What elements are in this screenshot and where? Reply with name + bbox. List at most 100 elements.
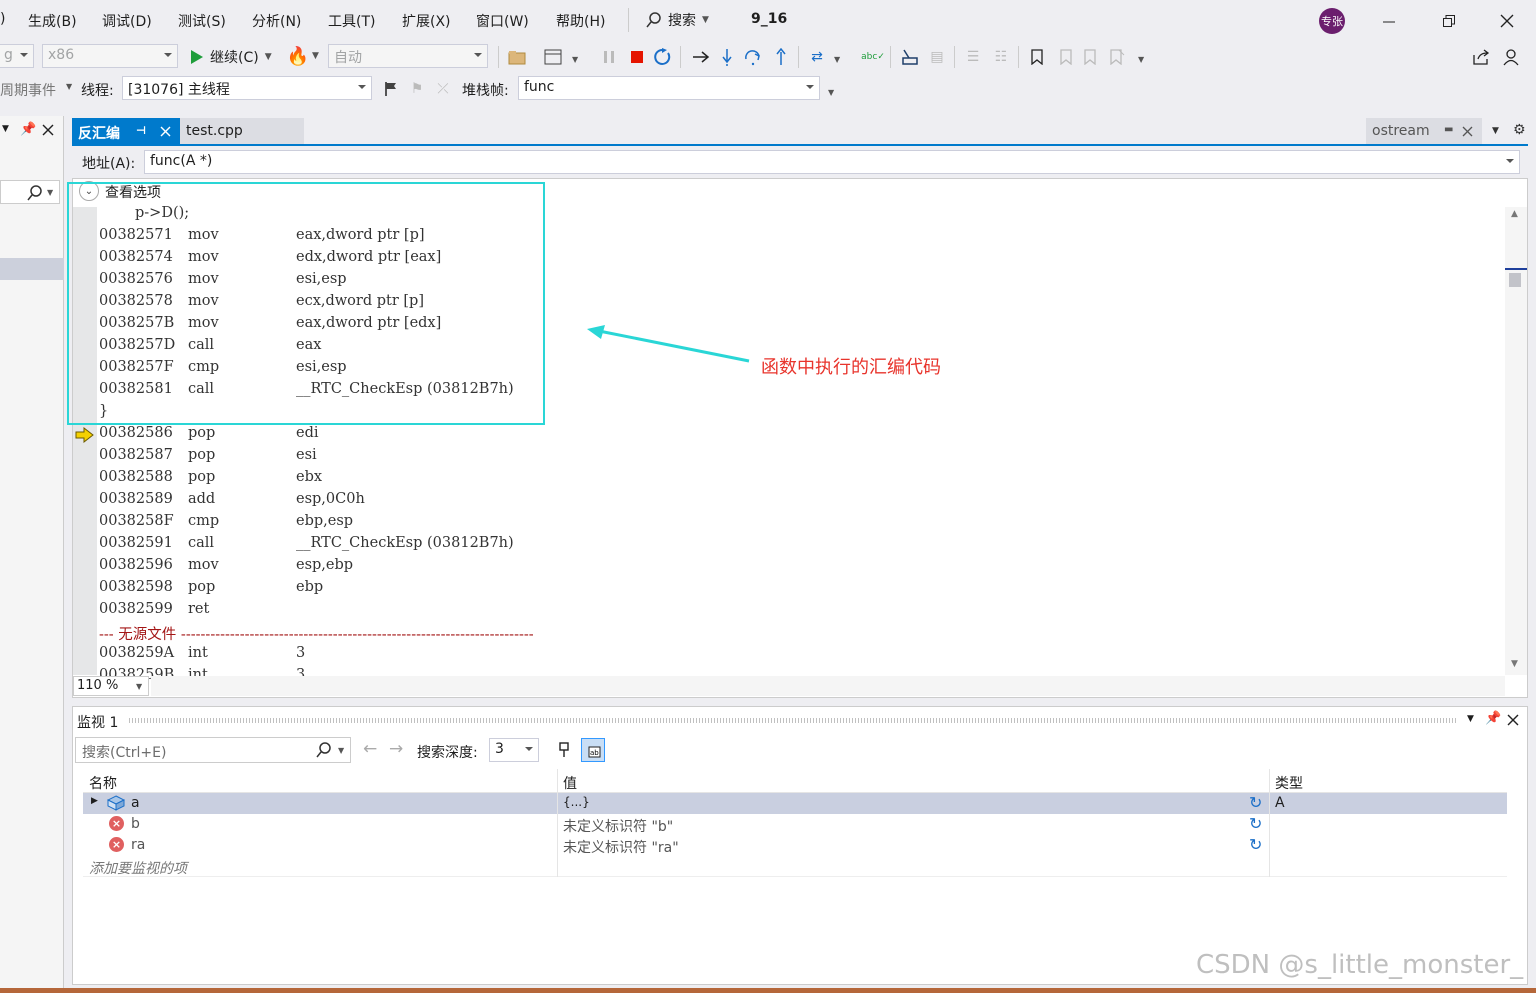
close-button[interactable] bbox=[1496, 10, 1518, 32]
comment-icon[interactable]: ▤ bbox=[926, 46, 948, 68]
chevron-down-icon: ▼ bbox=[1138, 55, 1145, 64]
bookmark-icon[interactable] bbox=[1026, 46, 1048, 68]
chevron-down-icon[interactable]: ▼ bbox=[2, 124, 9, 134]
search-depth-combo[interactable]: 3 bbox=[489, 738, 539, 762]
panel-selected-item[interactable] bbox=[0, 258, 64, 280]
disassembly-view: ⌄ 查看选项 p->D(); 00382571 mov eax,dword ptr … bbox=[67, 178, 1528, 698]
column-header-name[interactable]: 名称 bbox=[89, 773, 117, 793]
watch-value[interactable]: 未定义标识符 "ra" bbox=[563, 837, 679, 857]
stack-frame-combo[interactable]: func bbox=[518, 76, 820, 100]
refresh-icon[interactable]: ↻ bbox=[1249, 835, 1262, 854]
close-icon[interactable] bbox=[1462, 126, 1473, 137]
menu-help[interactable]: 帮助(H) bbox=[556, 11, 605, 31]
restore-button[interactable] bbox=[1438, 10, 1460, 32]
table-row[interactable]: ▶ a {...} ↻ A bbox=[83, 793, 1507, 814]
step-into-icon[interactable] bbox=[716, 46, 738, 68]
chevron-down-icon[interactable]: ▼ bbox=[1492, 126, 1499, 136]
live-share-icon[interactable] bbox=[1470, 46, 1492, 68]
column-header-type[interactable]: 类型 bbox=[1275, 773, 1303, 793]
stop-icon[interactable] bbox=[626, 46, 648, 68]
column-grid-line bbox=[557, 793, 558, 877]
horizontal-scrollbar[interactable] bbox=[151, 676, 1505, 696]
zoom-combo[interactable]: 110 % ▼ bbox=[73, 676, 149, 696]
pin-icon[interactable]: ⊣ bbox=[136, 124, 146, 137]
table-row[interactable]: × ra 未定义标识符 "ra" ↻ bbox=[83, 835, 1507, 856]
pause-icon[interactable] bbox=[598, 46, 620, 68]
panel-search-input[interactable]: ▼ bbox=[0, 180, 60, 204]
expand-icon[interactable]: ▶ bbox=[91, 796, 98, 806]
add-watch-row[interactable]: 添加要监视的项 bbox=[83, 856, 1507, 877]
column-divider[interactable] bbox=[557, 769, 558, 793]
spell-check-icon[interactable]: abc✓ bbox=[861, 46, 885, 68]
scroll-up-icon[interactable]: ▲ bbox=[1511, 209, 1518, 219]
avatar[interactable]: 专张 bbox=[1319, 8, 1345, 34]
menu-debug[interactable]: 调试(D) bbox=[102, 11, 152, 31]
tab-disassembly[interactable]: 反汇编 ⊣ bbox=[72, 118, 180, 145]
menu-tools[interactable]: 工具(T) bbox=[328, 11, 375, 31]
refresh-icon[interactable]: ↻ bbox=[1249, 814, 1262, 833]
watch-name[interactable]: a bbox=[131, 795, 140, 811]
step-over-icon[interactable] bbox=[742, 46, 764, 68]
menu-build[interactable]: 生成(B) bbox=[28, 11, 77, 31]
prev-bookmark-icon[interactable] bbox=[1054, 46, 1076, 68]
hex-display-icon[interactable]: ⇄ bbox=[806, 46, 828, 68]
configuration-combo[interactable]: g bbox=[0, 44, 34, 68]
table-row[interactable]: × b 未定义标识符 "b" ↻ bbox=[83, 814, 1507, 835]
scroll-down-icon[interactable]: ▼ bbox=[1511, 659, 1518, 669]
feedback-icon[interactable] bbox=[1500, 46, 1522, 68]
lifecycle-events-label[interactable]: 周期事件 bbox=[0, 80, 56, 100]
close-icon[interactable] bbox=[42, 124, 54, 136]
code-map-icon[interactable] bbox=[898, 46, 920, 68]
menu-test[interactable]: 测试(S) bbox=[178, 11, 226, 31]
step-out-icon[interactable] bbox=[770, 46, 792, 68]
platform-combo[interactable]: x86 bbox=[42, 44, 178, 68]
flag-all-icon[interactable]: ⚑ bbox=[406, 78, 428, 100]
clear-bookmarks-icon[interactable] bbox=[1106, 46, 1128, 68]
gear-icon[interactable]: ⚙ bbox=[1513, 122, 1526, 138]
standard-toolbar: g x86 继续(C) ▼ 🔥 ▼ 自动 ▼ ⇄ ▼ abc✓ ▤ ☰ ☷ ▼ bbox=[0, 40, 1536, 72]
refresh-icon[interactable]: ↻ bbox=[1249, 793, 1262, 812]
search-icon bbox=[646, 12, 661, 28]
auto-combo[interactable]: 自动 bbox=[328, 44, 488, 68]
watch-value[interactable]: 未定义标识符 "b" bbox=[563, 816, 673, 836]
thread-combo[interactable]: [31076] 主线程 bbox=[122, 76, 372, 100]
pin-icon[interactable]: 📌 bbox=[20, 122, 36, 137]
chevron-down-icon[interactable]: ▼ bbox=[1467, 714, 1474, 724]
tab-test-cpp[interactable]: test.cpp bbox=[180, 118, 304, 145]
keep-open-icon[interactable]: ▬ bbox=[1444, 124, 1453, 135]
minimize-button[interactable] bbox=[1378, 10, 1400, 32]
pin-icon[interactable]: 📌 bbox=[1485, 711, 1501, 726]
search-box[interactable]: 搜索 ▼ bbox=[646, 9, 709, 31]
folder-icon[interactable] bbox=[506, 46, 528, 68]
close-icon[interactable] bbox=[1507, 714, 1519, 726]
search-back-icon[interactable]: ← bbox=[363, 739, 377, 759]
scrollbar-thumb[interactable] bbox=[1509, 273, 1521, 287]
watch-value[interactable]: {...} bbox=[563, 795, 590, 809]
address-input[interactable]: func(A *) bbox=[144, 150, 1520, 174]
column-header-value[interactable]: 值 bbox=[563, 773, 577, 793]
search-forward-icon[interactable]: → bbox=[389, 739, 403, 759]
indent-icon[interactable]: ☷ bbox=[990, 46, 1012, 68]
vertical-scrollbar[interactable]: ▲ ▼ bbox=[1505, 207, 1527, 675]
menu-window[interactable]: 窗口(W) bbox=[476, 11, 529, 31]
column-divider[interactable] bbox=[1269, 769, 1270, 793]
pin-to-source-icon[interactable] bbox=[553, 738, 575, 762]
close-icon[interactable] bbox=[160, 126, 171, 137]
window-layout-icon[interactable] bbox=[542, 46, 564, 68]
restart-icon[interactable] bbox=[652, 46, 674, 68]
show-next-statement-icon[interactable] bbox=[690, 46, 712, 68]
menu-analyze[interactable]: 分析(N) bbox=[252, 11, 301, 31]
watch-search-input[interactable]: 搜索(Ctrl+E) ▼ bbox=[75, 737, 351, 763]
show-threads-icon[interactable]: ⤫ bbox=[432, 78, 454, 100]
menu-extensions[interactable]: 扩展(X) bbox=[402, 11, 451, 31]
next-bookmark-icon[interactable] bbox=[1080, 46, 1102, 68]
hot-reload-icon[interactable]: 🔥 bbox=[286, 46, 310, 68]
format-view-icon[interactable]: ab bbox=[581, 738, 605, 762]
continue-button[interactable]: 继续(C) ▼ bbox=[190, 46, 272, 68]
flag-icon[interactable] bbox=[380, 78, 402, 100]
tab-label: ostream bbox=[1372, 123, 1430, 139]
watch-name[interactable]: ra bbox=[131, 837, 145, 853]
tab-ostream-preview[interactable]: ostream ▬ bbox=[1366, 118, 1482, 145]
outdent-icon[interactable]: ☰ bbox=[962, 46, 984, 68]
watch-name[interactable]: b bbox=[131, 816, 140, 832]
